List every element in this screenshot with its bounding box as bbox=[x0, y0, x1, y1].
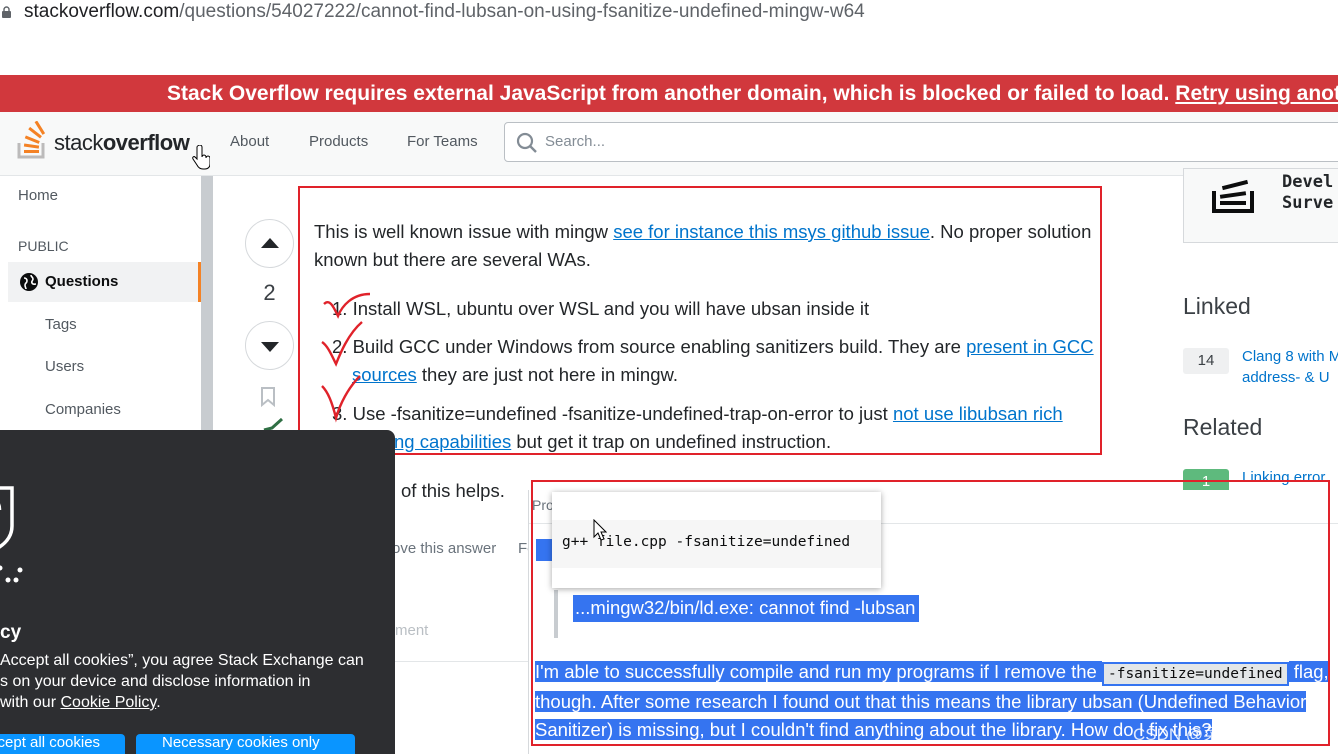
linked-count-badge: 14 bbox=[1183, 348, 1229, 374]
related-heading: Related bbox=[1183, 414, 1263, 440]
nav-tags[interactable]: Tags bbox=[45, 316, 77, 333]
nav-questions[interactable]: Questions bbox=[8, 262, 201, 302]
hand-cursor-icon bbox=[192, 145, 210, 170]
arrow-down-icon bbox=[261, 342, 279, 352]
survey-ad[interactable]: Devel Surve bbox=[1183, 168, 1338, 243]
nav-about[interactable]: About bbox=[230, 133, 269, 150]
retry-link[interactable]: Retry using anothe bbox=[1175, 82, 1338, 105]
search-icon bbox=[516, 132, 537, 153]
annotation-box-question bbox=[531, 480, 1330, 746]
cookie-text: Accept all cookies”, you agree Stack Exc… bbox=[0, 652, 364, 711]
browser-address-bar[interactable]: stackoverflow.com/questions/54027222/can… bbox=[0, 0, 1338, 30]
survey-text-1: Devel bbox=[1282, 172, 1334, 192]
linked-heading: Linked bbox=[1183, 293, 1251, 319]
vote-count: 2 bbox=[263, 280, 276, 305]
javascript-warning-banner: Stack Overflow requires external JavaScr… bbox=[0, 75, 1338, 112]
necessary-cookies-button[interactable]: Necessary cookies only bbox=[136, 734, 355, 754]
accept-all-cookies-button[interactable]: Accept all cookies bbox=[0, 734, 125, 754]
cookie-policy-link[interactable]: Cookie Policy bbox=[60, 694, 156, 711]
cookie-consent-dialog: cy Accept all cookies”, you agree Stack … bbox=[0, 430, 395, 754]
globe-icon bbox=[20, 273, 38, 291]
survey-text-2: Surve bbox=[1282, 193, 1334, 213]
nav-questions-label: Questions bbox=[45, 273, 119, 290]
bookmark-icon[interactable] bbox=[260, 387, 276, 407]
annotation-box-answer bbox=[298, 186, 1102, 455]
search-input[interactable]: Search... bbox=[504, 122, 1338, 162]
nav-for-teams[interactable]: For Teams bbox=[407, 133, 478, 150]
cookie-shield-icon bbox=[0, 486, 23, 583]
comment-divider bbox=[395, 661, 530, 662]
add-comment-link[interactable]: ment bbox=[395, 622, 428, 639]
stackoverflow-logo[interactable]: stackoverflow bbox=[17, 121, 210, 170]
downvote-button[interactable] bbox=[245, 321, 294, 370]
nav-users[interactable]: Users bbox=[45, 358, 84, 375]
improve-answer-link[interactable]: rove this answer bbox=[387, 540, 496, 557]
nav-companies[interactable]: Companies bbox=[45, 401, 121, 418]
linked-question-link[interactable]: Clang 8 with Maddress- & U bbox=[1242, 346, 1338, 388]
cookie-title: cy bbox=[0, 622, 22, 643]
nav-products[interactable]: Products bbox=[309, 133, 368, 150]
answer-closing: of this helps. bbox=[401, 480, 505, 501]
survey-logo-icon bbox=[1212, 179, 1254, 213]
upvote-button[interactable] bbox=[245, 219, 294, 268]
nav-section-public: PUBLIC bbox=[18, 238, 69, 254]
nav-home[interactable]: Home bbox=[18, 187, 58, 204]
arrow-up-icon bbox=[261, 238, 279, 248]
url-text: stackoverflow.com/questions/54027222/can… bbox=[24, 1, 865, 22]
lock-icon bbox=[2, 6, 11, 18]
search-placeholder: Search... bbox=[545, 133, 606, 150]
logo-wordmark: stackoverflow bbox=[54, 130, 190, 155]
banner-message: Stack Overflow requires external JavaScr… bbox=[167, 82, 1170, 105]
stackoverflow-logo-icon bbox=[17, 121, 46, 159]
